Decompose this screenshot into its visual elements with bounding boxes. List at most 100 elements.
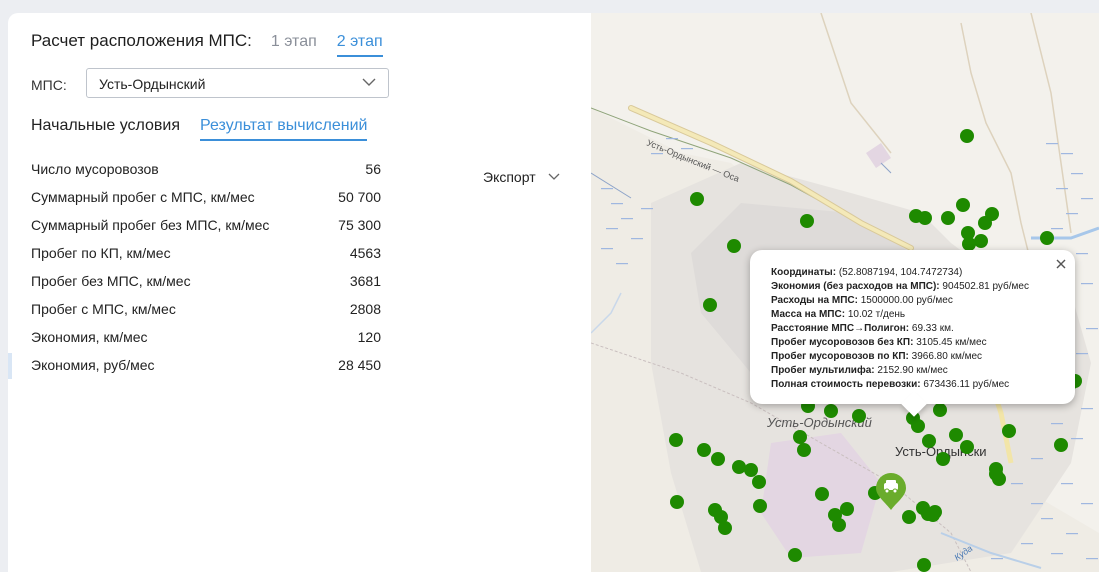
stat-value: 120: [357, 329, 381, 345]
water-mark: [666, 138, 678, 140]
stat-value: 75 300: [338, 217, 381, 233]
stat-value: 2808: [349, 301, 381, 317]
stat-label: Пробег по КП, км/мес: [31, 245, 171, 261]
popup-row: Масса на МПС: 10.02 т/день: [771, 308, 1029, 322]
stat-row: Экономия, км/мес 120: [31, 329, 381, 357]
collection-point-marker[interactable]: [727, 239, 741, 253]
collection-point-marker[interactable]: [703, 298, 717, 312]
water-mark: [1031, 458, 1043, 460]
point-info-popup: Координаты: (52.8087194, 104.7472734) Эк…: [750, 250, 1075, 404]
collection-point-marker[interactable]: [718, 521, 732, 535]
collection-point-marker[interactable]: [793, 430, 807, 444]
popup-value: 904502.81 руб/мес: [942, 281, 1029, 292]
collection-point-marker[interactable]: [960, 440, 974, 454]
collection-point-marker[interactable]: [669, 433, 683, 447]
popup-value: (52.8087194, 104.7472734): [838, 267, 963, 278]
mps-select-value: Усть-Ордынский: [99, 76, 206, 92]
popup-row: Координаты: (52.8087194, 104.7472734): [771, 266, 1029, 280]
tab-initial-conditions[interactable]: Начальные условия: [31, 117, 180, 141]
collection-point-marker[interactable]: [1002, 424, 1016, 438]
stat-label: Экономия, км/мес: [31, 329, 148, 345]
stat-value: 4563: [349, 245, 381, 261]
popup-key: Пробег мультилифа:: [771, 365, 875, 376]
tab-results[interactable]: Результат вычислений: [200, 117, 368, 141]
stat-value: 28 450: [338, 357, 381, 373]
collection-point-marker[interactable]: [797, 443, 811, 457]
map-view[interactable]: Усть-Ордынский — Оса Усть-Ордынский Усть…: [591, 13, 1099, 572]
collection-point-marker[interactable]: [1054, 438, 1068, 452]
chevron-down-icon: [362, 78, 376, 86]
collection-point-marker[interactable]: [690, 192, 704, 206]
stat-row: Суммарный пробег без МПС, км/мес 75 300: [31, 217, 381, 245]
collection-point-marker[interactable]: [974, 234, 988, 248]
collection-point-marker[interactable]: [840, 502, 854, 516]
stat-value: 3681: [349, 273, 381, 289]
collection-point-marker[interactable]: [960, 129, 974, 143]
popup-value: 10.02 т/день: [847, 309, 906, 320]
collection-point-marker[interactable]: [933, 403, 947, 417]
collection-point-marker[interactable]: [911, 419, 925, 433]
collection-point-marker[interactable]: [744, 463, 758, 477]
stat-row: Пробег без МПС, км/мес 3681: [31, 273, 381, 301]
stats-list: Число мусоровозов 56 Суммарный пробег с М…: [31, 161, 381, 385]
water-mark: [1041, 518, 1053, 520]
stage-1-tab[interactable]: 1 этап: [271, 33, 317, 55]
collection-point-marker[interactable]: [852, 409, 866, 423]
collection-point-marker[interactable]: [824, 404, 838, 418]
water-mark: [1056, 188, 1068, 190]
collection-point-marker[interactable]: [962, 237, 976, 251]
collection-point-marker[interactable]: [732, 460, 746, 474]
collection-point-marker[interactable]: [753, 499, 767, 513]
collection-point-marker[interactable]: [941, 211, 955, 225]
stage-2-tab[interactable]: 2 этап: [336, 33, 383, 57]
collection-point-marker[interactable]: [949, 428, 963, 442]
collection-point-marker[interactable]: [978, 216, 992, 230]
mps-select[interactable]: Усть-Ордынский: [86, 68, 389, 98]
water-mark: [1071, 173, 1083, 175]
mps-label: МПС:: [31, 77, 67, 93]
collection-point-marker[interactable]: [902, 510, 916, 524]
stat-row: Экономия, руб/мес 28 450: [31, 357, 381, 385]
water-mark: [1011, 483, 1023, 485]
export-dropdown[interactable]: Экспорт: [483, 169, 560, 185]
collection-point-marker[interactable]: [832, 518, 846, 532]
water-mark: [1051, 553, 1063, 555]
collection-point-marker[interactable]: [670, 495, 684, 509]
collection-point-marker[interactable]: [926, 508, 940, 522]
water-mark: [616, 263, 628, 265]
collection-point-marker[interactable]: [815, 487, 829, 501]
water-mark: [1081, 503, 1093, 505]
collection-point-marker[interactable]: [989, 467, 1003, 481]
water-mark: [1021, 543, 1033, 545]
popup-key: Экономия (без расходов на МПС):: [771, 281, 940, 292]
water-mark: [1061, 483, 1073, 485]
collection-point-marker[interactable]: [922, 434, 936, 448]
popup-key: Пробег мусоровозов без КП:: [771, 337, 914, 348]
popup-content: Координаты: (52.8087194, 104.7472734) Эк…: [771, 266, 1029, 392]
collection-point-marker[interactable]: [918, 211, 932, 225]
water-mark: [1061, 153, 1073, 155]
collection-point-marker[interactable]: [697, 443, 711, 457]
popup-row: Пробег мусоровозов по КП: 3966.80 км/мес: [771, 350, 1029, 364]
stat-label: Пробег без МПС, км/мес: [31, 273, 191, 289]
collection-point-marker[interactable]: [788, 548, 802, 562]
popup-value: 2152.90 км/мес: [877, 365, 948, 376]
water-mark: [1081, 283, 1093, 285]
stat-label: Суммарный пробег без МПС, км/мес: [31, 217, 270, 233]
water-mark: [621, 218, 633, 220]
stat-label: Суммарный пробег с МПС, км/мес: [31, 189, 255, 205]
collection-point-marker[interactable]: [800, 214, 814, 228]
collection-point-marker[interactable]: [1040, 231, 1054, 245]
collection-point-marker[interactable]: [936, 452, 950, 466]
close-icon[interactable]: [1055, 258, 1067, 270]
water-mark: [1086, 558, 1098, 560]
stat-row: Число мусоровозов 56: [31, 161, 381, 189]
popup-value: 3105.45 км/мес: [916, 337, 987, 348]
popup-key: Координаты:: [771, 267, 837, 278]
collection-point-marker[interactable]: [956, 198, 970, 212]
collection-point-marker[interactable]: [711, 452, 725, 466]
popup-key: Пробег мусоровозов по КП:: [771, 351, 909, 362]
water-mark: [1031, 503, 1043, 505]
collection-point-marker[interactable]: [917, 558, 931, 572]
collection-point-marker[interactable]: [752, 475, 766, 489]
